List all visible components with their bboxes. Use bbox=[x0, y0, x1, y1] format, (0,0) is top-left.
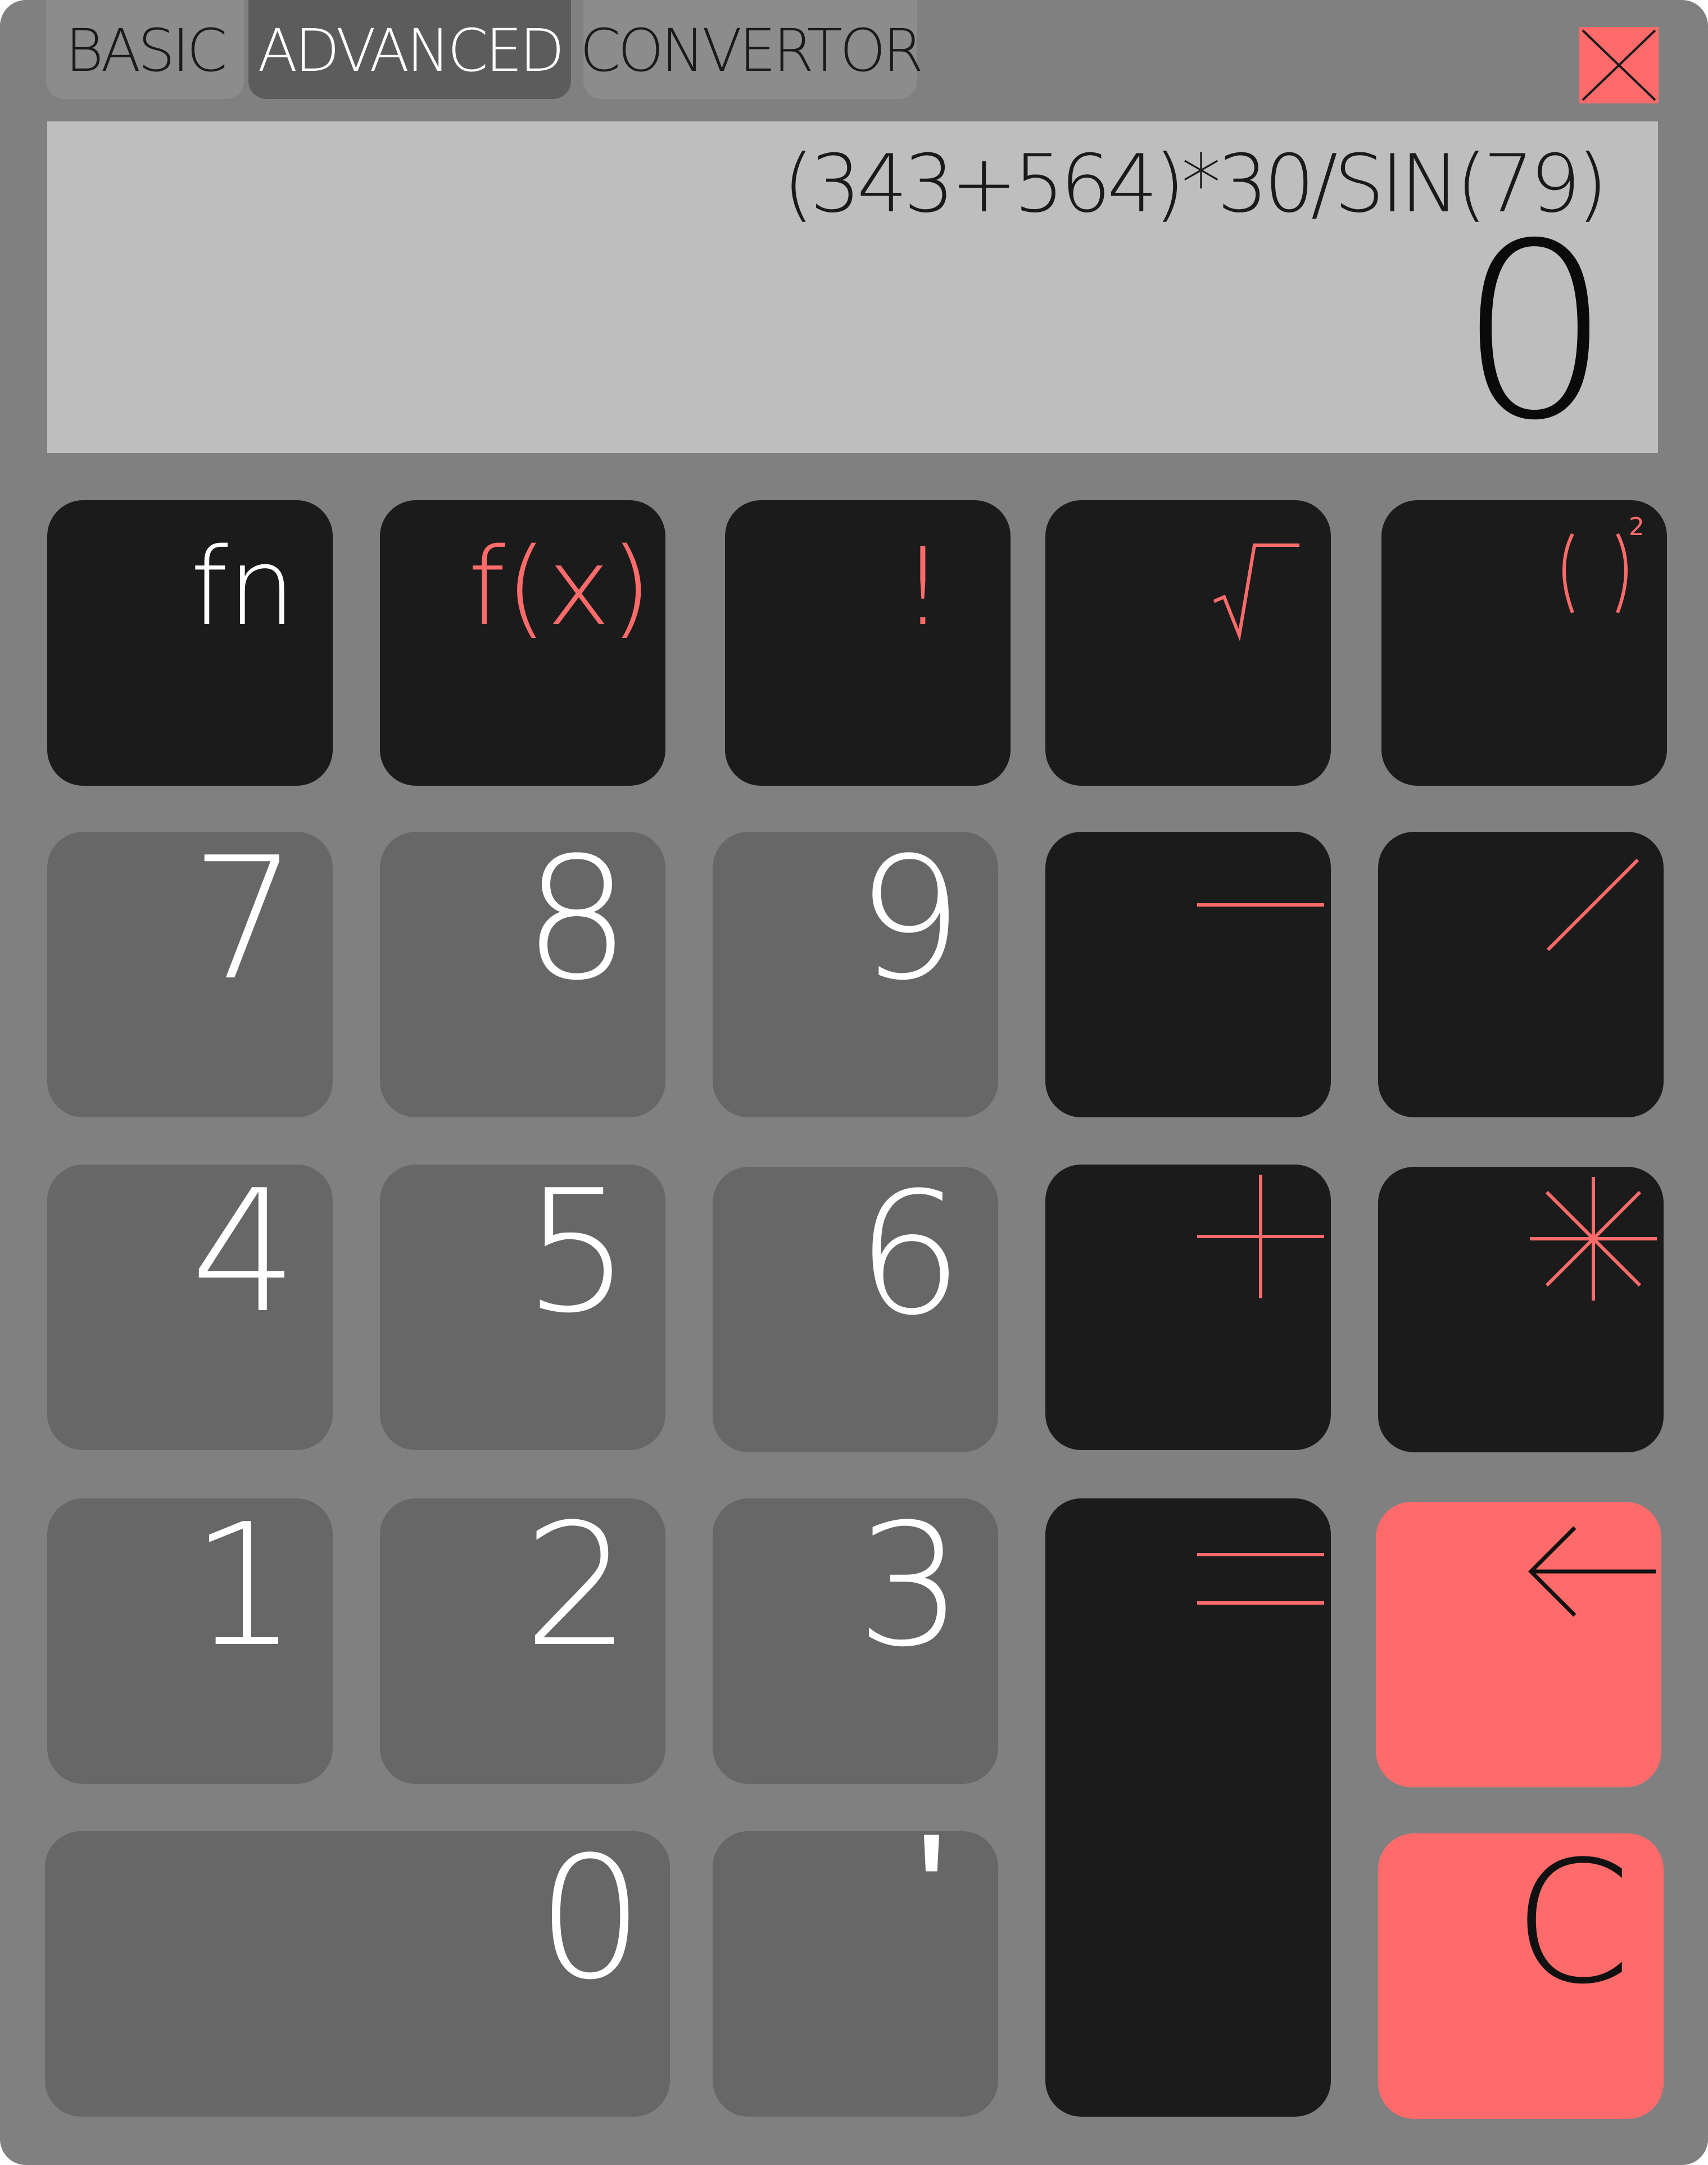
digit-5-label: 5 bbox=[523, 1165, 631, 1350]
svg-text:2: 2 bbox=[1629, 513, 1644, 541]
clear-label: C bbox=[1513, 1833, 1631, 2021]
decimal-label: ʹ bbox=[915, 1831, 948, 1991]
digit-1-label: 1 bbox=[191, 1498, 298, 1684]
digit-9-button[interactable]: 9 bbox=[713, 832, 998, 1117]
plus-button[interactable] bbox=[1045, 1165, 1331, 1450]
minus-icon bbox=[1197, 903, 1324, 907]
digit-6-button[interactable]: 6 bbox=[713, 1167, 998, 1452]
digit-3-button[interactable]: 3 bbox=[713, 1498, 998, 1784]
minus-button[interactable] bbox=[1045, 832, 1331, 1117]
tab-basic[interactable]: BASIC bbox=[46, 0, 244, 99]
result-value: 0 bbox=[1458, 192, 1612, 473]
fx-button[interactable]: f(x) bbox=[380, 500, 665, 786]
digit-0-label: 0 bbox=[537, 1831, 644, 2017]
square-icon: 2 bbox=[1562, 513, 1644, 614]
equals-button[interactable] bbox=[1045, 1498, 1331, 2117]
digit-8-button[interactable]: 8 bbox=[380, 832, 665, 1117]
divide-icon bbox=[1546, 858, 1639, 952]
calculator-display: (343+564)*30/SIN(79) 0 bbox=[47, 121, 1658, 473]
clear-button[interactable]: C bbox=[1378, 1833, 1664, 2119]
tab-advanced[interactable]: ADVANCED bbox=[248, 0, 571, 99]
close-icon bbox=[1582, 29, 1656, 101]
calculator-window: BASIC ADVANCED CONVERTOR (343+564)*30/SI… bbox=[0, 0, 1708, 2165]
digit-0-button[interactable]: 0 bbox=[45, 1831, 670, 2117]
tab-convertor[interactable]: CONVERTOR bbox=[580, 0, 923, 99]
digit-8-label: 8 bbox=[523, 832, 631, 1017]
plus-icon bbox=[1197, 1175, 1324, 1298]
digit-9-label: 9 bbox=[856, 832, 963, 1017]
digit-6-label: 6 bbox=[856, 1167, 963, 1352]
divide-button[interactable] bbox=[1378, 832, 1664, 1117]
fn-button[interactable]: fn bbox=[47, 500, 333, 786]
digit-3-label: 3 bbox=[856, 1498, 963, 1684]
backspace-button[interactable] bbox=[1376, 1502, 1661, 1787]
sqrt-icon bbox=[1213, 543, 1299, 642]
fn-label: fn bbox=[190, 525, 296, 649]
digit-5-button[interactable]: 5 bbox=[380, 1165, 665, 1450]
digit-4-button[interactable]: 4 bbox=[47, 1165, 333, 1450]
decimal-button[interactable]: ʹ bbox=[713, 1831, 998, 2117]
multiply-button[interactable] bbox=[1378, 1167, 1664, 1452]
digit-2-button[interactable]: 2 bbox=[380, 1498, 665, 1784]
digit-7-label: 7 bbox=[191, 832, 298, 1017]
factorial-label: ! bbox=[901, 525, 944, 649]
fx-label: f(x) bbox=[468, 525, 652, 649]
close-button[interactable] bbox=[1579, 27, 1659, 103]
asterisk-icon bbox=[1530, 1177, 1657, 1301]
digit-4-label: 4 bbox=[191, 1165, 298, 1350]
equals-icon bbox=[1197, 1553, 1324, 1605]
arrow-left-icon bbox=[1528, 1526, 1656, 1617]
factorial-button[interactable]: ! bbox=[725, 500, 1011, 786]
digit-7-button[interactable]: 7 bbox=[47, 832, 333, 1117]
digit-2-label: 2 bbox=[523, 1498, 631, 1684]
digit-1-button[interactable]: 1 bbox=[47, 1498, 333, 1784]
sqrt-button[interactable] bbox=[1045, 500, 1331, 786]
square-button[interactable]: 2 bbox=[1381, 500, 1667, 786]
